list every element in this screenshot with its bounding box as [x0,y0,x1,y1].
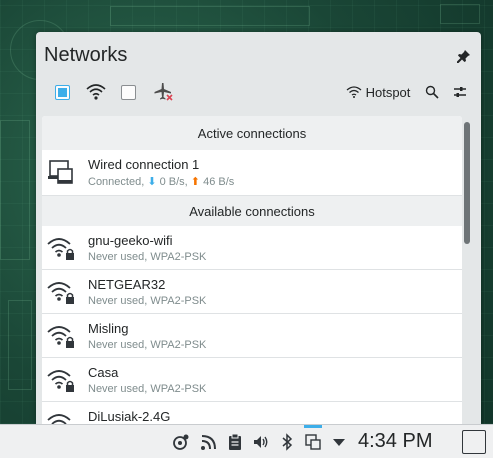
connection-state: Connected, [88,176,145,188]
rss-feed-icon[interactable] [200,433,218,451]
wifi-locked-icon [47,370,74,392]
configure-icon[interactable] [450,78,470,106]
volume-icon[interactable] [252,433,270,451]
list-scrollbar[interactable] [464,122,470,244]
connection-status: Never used, WPA2-PSK [88,295,207,307]
connection-status: Never used, WPA2-PSK [88,251,207,263]
connections-list[interactable]: Active connections Wired connection 1 Co… [42,116,462,424]
digital-clock[interactable]: 4:34 PM [358,430,432,453]
clipboard-icon[interactable] [226,433,244,451]
wifi-enable-checkbox[interactable] [52,78,72,106]
upload-arrow-icon: ⬆ [190,176,201,188]
active-connections-header: Active connections [42,116,462,150]
wifi-icon [346,86,362,98]
connection-name: Wired connection 1 [88,157,200,172]
wifi-connection-row[interactable]: gnu-geeko-wifi Never used, WPA2-PSK [42,226,462,270]
checkbox-unchecked [120,84,136,100]
popup-title: Networks [44,44,128,66]
connection-status: Connected, ⬇ 0 B/s, ⬆ 46 B/s [88,175,234,188]
connection-name: DiLusiak-2.4G [88,409,171,424]
chevron-down-icon[interactable] [330,433,348,451]
wifi-locked-icon [47,282,74,304]
wifi-locked-icon [47,326,74,348]
update-notifier-icon[interactable] [172,433,190,451]
active-applet-indicator [304,425,322,428]
wired-connection-row[interactable]: Wired connection 1 Connected, ⬇ 0 B/s, ⬆… [42,150,462,196]
wired-network-icon [48,160,73,184]
wifi-connection-row[interactable]: Misling Never used, WPA2-PSK [42,314,462,358]
network-wired-icon[interactable] [304,433,322,451]
wifi-connection-row[interactable]: NETGEAR32 Never used, WPA2-PSK [42,270,462,314]
hotspot-label: Hotspot [365,84,411,100]
connection-name: NETGEAR32 [88,277,166,292]
upload-rate: 46 B/s [203,176,235,188]
wifi-locked-icon [47,238,74,260]
search-icon[interactable] [422,78,442,106]
wallpaper-decoration [0,120,30,260]
bluetooth-icon[interactable] [278,433,296,451]
connection-name: Casa [88,365,119,380]
wallpaper-decoration [110,6,310,26]
airplane-mode-icon[interactable] [152,78,176,106]
wallpaper-decoration [440,4,480,24]
wifi-locked-icon [47,414,71,424]
checkbox-checked [54,84,70,100]
wifi-icon [84,78,108,106]
connection-status: Never used, WPA2-PSK [88,339,207,351]
available-connections-header: Available connections [42,196,462,226]
download-arrow-icon: ⬇ [147,176,157,188]
wifi-connection-row[interactable]: Casa Never used, WPA2-PSK [42,358,462,402]
wifi-connection-row[interactable]: DiLusiak-2.4G [42,402,462,424]
taskbar: 4:34 PM [0,424,493,458]
networks-popup: Networks Hotspot Active connections Wire… [36,32,481,424]
wallpaper-decoration [8,300,32,390]
connection-name: Misling [88,321,129,336]
connection-name: gnu-geeko-wifi [88,233,173,248]
pin-icon[interactable] [456,48,472,64]
networks-toolbar: Hotspot [36,78,481,108]
show-desktop-button[interactable] [462,430,486,454]
download-rate: 0 B/s, [159,176,188,188]
mobile-broadband-checkbox[interactable] [118,78,138,106]
hotspot-button[interactable]: Hotspot [340,78,416,106]
connection-status: Never used, WPA2-PSK [88,383,207,395]
